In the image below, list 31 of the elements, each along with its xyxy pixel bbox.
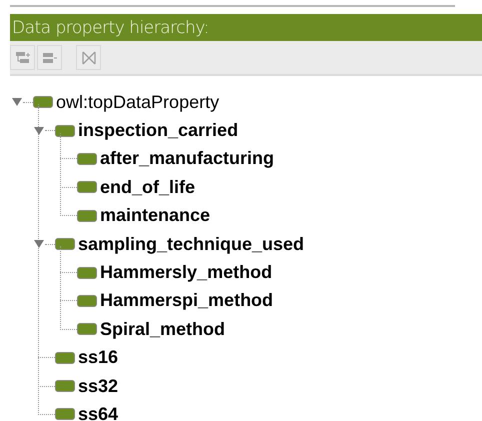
panel-title: Data property hierarchy: xyxy=(12,18,209,38)
tree-item[interactable]: Spiral_method xyxy=(100,318,226,340)
delete-icon xyxy=(80,50,96,64)
property-icon xyxy=(33,96,53,108)
property-icon xyxy=(55,124,75,137)
collapse-icon[interactable] xyxy=(34,126,44,135)
tree-item[interactable]: sampling_technique_used xyxy=(78,234,304,255)
property-icon xyxy=(55,380,75,392)
tree-item[interactable]: maintenance xyxy=(100,205,210,226)
property-icon xyxy=(77,323,97,336)
property-icon xyxy=(55,408,75,420)
tree-item[interactable]: owl:topDataProperty xyxy=(56,92,220,113)
tree-item[interactable]: ss32 xyxy=(78,376,118,397)
tree-item[interactable]: inspection_carried xyxy=(78,120,238,142)
tree-item[interactable]: ss64 xyxy=(78,404,118,421)
tree-item[interactable]: ss16 xyxy=(78,347,118,368)
collapse-icon[interactable] xyxy=(12,98,22,106)
property-icon xyxy=(77,294,97,307)
add-subproperty-icon xyxy=(14,50,30,64)
property-icon xyxy=(77,152,97,165)
tree-item[interactable]: Hammersly_method xyxy=(100,262,272,284)
add-sibling-icon xyxy=(42,50,58,64)
property-icon xyxy=(55,238,75,250)
property-icon xyxy=(77,266,97,279)
property-icon xyxy=(77,181,97,194)
property-icon xyxy=(55,352,75,364)
property-icon xyxy=(77,210,97,222)
tree-item[interactable]: end_of_life xyxy=(100,176,196,198)
collapse-icon[interactable] xyxy=(34,240,44,248)
tree-item[interactable]: Hammerspi_method xyxy=(100,290,274,312)
tree-item[interactable]: after_manufacturing xyxy=(100,148,274,170)
